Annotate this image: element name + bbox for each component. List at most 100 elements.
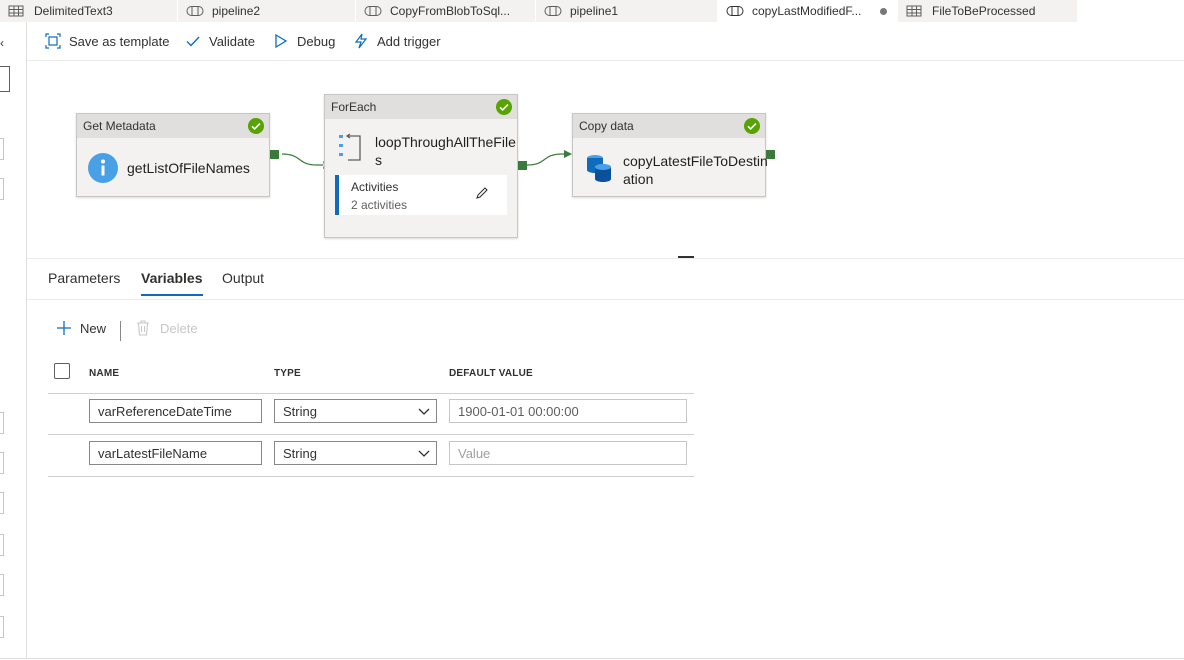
activity-name: loopThroughAllTheFile s bbox=[375, 133, 516, 169]
template-icon bbox=[45, 33, 61, 49]
pipeline-icon bbox=[544, 6, 562, 16]
variable-name-field[interactable]: varReferenceDateTime bbox=[89, 399, 262, 423]
activity-type-label: Get Metadata bbox=[83, 119, 156, 133]
tab-output[interactable]: Output bbox=[222, 270, 264, 294]
tab-pipeline2[interactable]: pipeline2 bbox=[178, 0, 356, 22]
save-as-template-label: Save as template bbox=[69, 33, 170, 49]
activities-count: 2 activities bbox=[351, 198, 408, 212]
activity-type-header: ForEach bbox=[325, 95, 517, 119]
info-icon bbox=[88, 153, 118, 183]
column-header-type: TYPE bbox=[274, 368, 301, 379]
unsaved-indicator-icon bbox=[880, 8, 887, 15]
pipeline-icon bbox=[186, 6, 204, 16]
copy-database-icon bbox=[587, 155, 611, 182]
activity-name: copyLatestFileToDestin ation bbox=[623, 152, 768, 188]
activity-name-line1: loopThroughAllTheFile bbox=[375, 134, 516, 150]
bottom-border bbox=[0, 658, 1184, 659]
tab-delimitedtext3[interactable]: DelimitedText3 bbox=[0, 0, 178, 22]
activity-get-metadata[interactable]: Get Metadata getListOfFileNames bbox=[76, 113, 270, 197]
tab-pipeline1[interactable]: pipeline1 bbox=[536, 0, 718, 22]
tab-filetobeprocessed[interactable]: FileToBeProcessed bbox=[898, 0, 1078, 22]
debug-label: Debug bbox=[297, 33, 336, 49]
activity-type-header: Copy data bbox=[573, 114, 765, 138]
variable-type-select[interactable]: String bbox=[274, 399, 437, 423]
pipeline-icon bbox=[726, 6, 744, 16]
variable-name-field[interactable]: varLatestFileName bbox=[89, 441, 262, 465]
output-port[interactable] bbox=[766, 150, 775, 159]
variable-type-value: String bbox=[283, 403, 317, 419]
foreach-loop-icon bbox=[339, 133, 361, 161]
activity-type-header: Get Metadata bbox=[77, 114, 269, 138]
chevron-down-icon bbox=[418, 450, 430, 457]
tab-copyfromblobtosql[interactable]: CopyFromBlobToSql... bbox=[356, 0, 536, 22]
delete-label: Delete bbox=[160, 320, 198, 336]
add-trigger-button[interactable]: Add trigger bbox=[353, 22, 441, 60]
new-variable-button[interactable]: New bbox=[56, 316, 106, 340]
pipeline-toolbar: Save as template Validate Debug Add trig… bbox=[27, 22, 1184, 61]
tab-label: pipeline1 bbox=[570, 4, 619, 18]
edit-pencil-icon[interactable] bbox=[475, 186, 489, 200]
default-value-field[interactable]: Value bbox=[449, 441, 687, 465]
new-label: New bbox=[80, 320, 107, 336]
activities-label: Activities bbox=[351, 180, 399, 194]
tab-parameters[interactable]: Parameters bbox=[48, 270, 120, 294]
pipeline-canvas[interactable]: Get Metadata getListOfFileNames ForEach … bbox=[27, 61, 1184, 258]
add-trigger-label: Add trigger bbox=[377, 33, 441, 49]
checkmark-icon bbox=[186, 36, 200, 47]
tab-label: FileToBeProcessed bbox=[932, 4, 1036, 18]
document-tab-bar: DelimitedText3 pipeline2 CopyFromBlobToS… bbox=[0, 0, 1184, 22]
activity-copy-data[interactable]: Copy data copyLatestFileToDestin ation bbox=[572, 113, 768, 197]
panel-item-edge[interactable] bbox=[0, 574, 4, 596]
validate-button[interactable]: Validate bbox=[185, 22, 255, 60]
plus-icon bbox=[57, 321, 71, 335]
variable-type-select[interactable]: String bbox=[274, 441, 437, 465]
collapse-chevron-icon[interactable]: ‹ bbox=[0, 36, 4, 50]
tab-label: DelimitedText3 bbox=[34, 4, 113, 18]
panel-item-edge[interactable] bbox=[0, 138, 4, 160]
success-check-icon bbox=[496, 99, 512, 115]
save-as-template-button[interactable]: Save as template bbox=[45, 22, 169, 60]
column-header-name: NAME bbox=[89, 368, 120, 379]
column-header-default: DEFAULT VALUE bbox=[449, 368, 533, 379]
resources-panel-collapsed: ‹ bbox=[0, 22, 27, 658]
success-check-icon bbox=[744, 118, 760, 134]
search-box-edge[interactable] bbox=[0, 66, 10, 92]
validate-label: Validate bbox=[209, 33, 256, 49]
tab-label: CopyFromBlobToSql... bbox=[390, 4, 511, 18]
tab-label: pipeline2 bbox=[212, 4, 261, 18]
activity-foreach[interactable]: ForEach loopThroughAllTheFile s Activiti… bbox=[324, 94, 518, 238]
canvas-divider bbox=[27, 258, 1184, 259]
tab-copylastmodified[interactable]: copyLastModifiedF... bbox=[718, 0, 898, 22]
panel-item-edge[interactable] bbox=[0, 178, 4, 200]
tabs-underline bbox=[27, 299, 1184, 300]
panel-item-edge[interactable] bbox=[0, 616, 4, 638]
panel-item-edge[interactable] bbox=[0, 534, 4, 556]
activity-name: getListOfFileNames bbox=[127, 160, 250, 176]
chevron-down-icon bbox=[418, 408, 430, 415]
table-row[interactable]: varLatestFileName String Value bbox=[48, 435, 694, 477]
panel-item-edge[interactable] bbox=[0, 452, 4, 474]
panel-item-edge[interactable] bbox=[0, 412, 4, 434]
activity-name-line1: copyLatestFileToDestin bbox=[623, 153, 768, 169]
panel-item-edge[interactable] bbox=[0, 492, 4, 514]
toolbar-separator bbox=[120, 321, 121, 341]
table-header: NAME TYPE DEFAULT VALUE bbox=[48, 356, 694, 394]
inner-activities-box[interactable]: Activities 2 activities bbox=[335, 175, 507, 215]
default-value-field[interactable]: 1900-01-01 00:00:00 bbox=[449, 399, 687, 423]
play-icon bbox=[275, 33, 288, 49]
activity-name-line2: ation bbox=[623, 171, 654, 187]
debug-button[interactable]: Debug bbox=[273, 22, 335, 60]
table-icon bbox=[8, 5, 24, 17]
success-check-icon bbox=[248, 118, 264, 134]
table-row[interactable]: varReferenceDateTime String 1900-01-01 0… bbox=[48, 393, 694, 435]
output-port[interactable] bbox=[518, 161, 527, 170]
activity-name-line2: s bbox=[375, 152, 382, 168]
activity-type-label: Copy data bbox=[579, 119, 634, 133]
tab-variables[interactable]: Variables bbox=[141, 270, 203, 296]
tab-label: copyLastModifiedF... bbox=[752, 4, 862, 18]
activity-type-label: ForEach bbox=[331, 100, 377, 114]
panel-resize-handle[interactable] bbox=[678, 256, 694, 258]
output-port[interactable] bbox=[270, 150, 279, 159]
select-all-checkbox[interactable] bbox=[54, 363, 70, 379]
delete-variable-button[interactable]: Delete bbox=[136, 316, 198, 340]
